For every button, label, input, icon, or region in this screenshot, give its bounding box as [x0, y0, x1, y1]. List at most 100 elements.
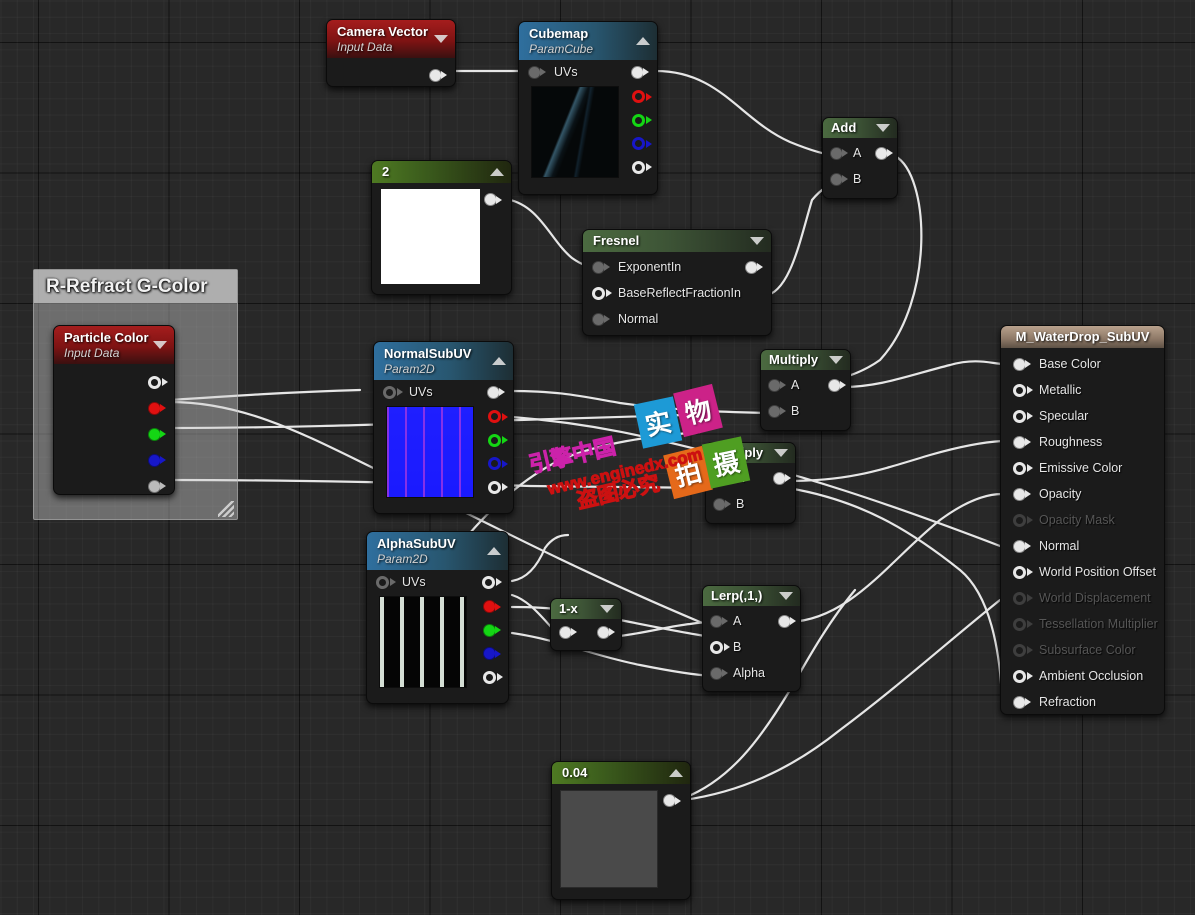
input-pin-normal[interactable] — [1013, 539, 1031, 553]
node-normal-subuv[interactable]: NormalSubUV Param2D UVs — [373, 341, 514, 514]
output-pin-g[interactable] — [632, 113, 652, 127]
input-pin-basereflectfractionin[interactable] — [592, 286, 612, 300]
chevron-down-icon[interactable] — [153, 341, 167, 349]
output-pin-value[interactable] — [663, 794, 681, 807]
output-pin-a[interactable] — [483, 670, 503, 684]
output-pin-a[interactable] — [148, 479, 166, 493]
node-fresnel[interactable]: Fresnel ExponentIn BaseReflectFractionIn… — [582, 229, 772, 336]
node-header[interactable]: Cubemap ParamCube — [519, 22, 657, 60]
input-pin-emissive-color[interactable] — [1013, 461, 1033, 475]
input-pin-a[interactable] — [830, 146, 848, 160]
node-lerp[interactable]: Lerp(,1,) A B Alpha — [702, 585, 801, 692]
input-pin-refraction[interactable] — [1013, 695, 1031, 709]
output-pin-b[interactable] — [483, 647, 501, 661]
input-pin-world-position-offset[interactable] — [1013, 565, 1033, 579]
output-pin-camera-vector[interactable] — [429, 68, 447, 82]
input-pin-ambient-occlusion[interactable] — [1013, 669, 1033, 683]
output-pin-rgb[interactable] — [148, 375, 168, 389]
chevron-down-icon[interactable] — [779, 592, 793, 600]
node-const-2[interactable]: 2 — [371, 160, 512, 295]
output-pin-r[interactable] — [488, 410, 508, 423]
input-pin-normal[interactable] — [592, 312, 610, 326]
input-pin-b[interactable] — [710, 640, 730, 654]
input-pin-opacity[interactable] — [1013, 487, 1031, 501]
output-pin-rgb[interactable] — [631, 65, 649, 79]
node-header[interactable]: 2 — [372, 161, 511, 183]
output-pin-r[interactable] — [148, 401, 166, 415]
chevron-up-icon[interactable] — [669, 769, 683, 777]
input-pin-uvs[interactable] — [383, 385, 403, 399]
node-header[interactable]: 0.04 — [552, 762, 690, 784]
input-pin-exponentin[interactable] — [592, 260, 610, 274]
output-pin-rgb[interactable] — [482, 575, 502, 589]
node-particle-color[interactable]: Particle Color Input Data — [53, 325, 175, 495]
node-header[interactable]: Multiply — [706, 443, 795, 463]
chevron-down-icon[interactable] — [600, 605, 614, 613]
comment-resize-handle[interactable] — [218, 501, 234, 517]
input-pin-specular[interactable] — [1013, 409, 1033, 423]
node-header[interactable]: 1-x — [551, 599, 621, 619]
node-const-004[interactable]: 0.04 — [551, 761, 691, 900]
node-header[interactable]: AlphaSubUV Param2D — [367, 532, 508, 570]
output-pin-g[interactable] — [488, 433, 508, 447]
input-pin-subsurface-color[interactable] — [1013, 643, 1033, 657]
input-pin-alpha[interactable] — [710, 666, 728, 680]
input-pin-b[interactable] — [713, 497, 731, 511]
node-header[interactable]: Particle Color Input Data — [54, 326, 174, 364]
chevron-down-icon[interactable] — [829, 356, 843, 364]
node-header[interactable]: M_WaterDrop_SubUV — [1001, 326, 1164, 348]
material-graph-canvas[interactable]: R-Refract G-Color Camera Vector Input Da… — [0, 0, 1195, 915]
input-pin-tessellation-multiplier[interactable] — [1013, 617, 1033, 631]
output-pin-b[interactable] — [148, 453, 166, 467]
output-pin-fresnel[interactable] — [745, 260, 763, 274]
output-pin-add[interactable] — [875, 146, 893, 160]
input-pin-x[interactable] — [559, 625, 577, 639]
input-pin-uvs[interactable] — [376, 575, 396, 589]
input-pin-a[interactable] — [768, 378, 786, 392]
chevron-down-icon[interactable] — [434, 35, 448, 43]
node-material-output[interactable]: M_WaterDrop_SubUV Base Color Metallic Sp… — [1000, 325, 1165, 715]
output-pin-multiply[interactable] — [828, 378, 846, 392]
node-one-minus-x[interactable]: 1-x — [550, 598, 622, 651]
node-header[interactable]: Camera Vector Input Data — [327, 20, 455, 58]
output-pin-value[interactable] — [484, 193, 502, 206]
chevron-up-icon[interactable] — [636, 37, 650, 45]
input-pin-b[interactable] — [768, 404, 786, 418]
input-pin-metallic[interactable] — [1013, 383, 1033, 397]
input-pin-b[interactable] — [830, 172, 848, 186]
chevron-up-icon[interactable] — [490, 168, 504, 176]
node-cubemap[interactable]: Cubemap ParamCube UVs — [518, 21, 658, 195]
node-header[interactable]: Lerp(,1,) — [703, 586, 800, 606]
output-pin-lerp[interactable] — [778, 614, 796, 628]
node-header[interactable]: NormalSubUV Param2D — [374, 342, 513, 380]
output-pin-a[interactable] — [632, 160, 652, 174]
node-multiply-top[interactable]: Multiply A B — [760, 349, 851, 431]
chevron-down-icon[interactable] — [774, 449, 788, 457]
output-pin-b[interactable] — [488, 457, 508, 471]
input-pin-roughness[interactable] — [1013, 435, 1031, 449]
chevron-up-icon[interactable] — [492, 357, 506, 365]
output-pin-a[interactable] — [488, 480, 508, 494]
input-pin-opacity-mask[interactable] — [1013, 513, 1033, 527]
node-header[interactable]: Add — [823, 118, 897, 138]
input-pin-a[interactable] — [710, 614, 728, 628]
output-pin-g[interactable] — [483, 623, 501, 637]
node-header[interactable]: Multiply — [761, 350, 850, 370]
input-pin-uvs[interactable] — [528, 65, 546, 79]
chevron-up-icon[interactable] — [487, 547, 501, 555]
output-pin-result[interactable] — [597, 625, 615, 639]
output-pin-r[interactable] — [483, 600, 501, 613]
node-add[interactable]: Add A B — [822, 117, 898, 199]
output-pin-b[interactable] — [632, 137, 652, 151]
output-pin-g[interactable] — [148, 427, 166, 441]
chevron-down-icon[interactable] — [876, 124, 890, 132]
node-camera-vector[interactable]: Camera Vector Input Data — [326, 19, 456, 87]
node-multiply-bottom[interactable]: Multiply A B — [705, 442, 796, 524]
output-pin-multiply[interactable] — [773, 471, 791, 485]
input-pin-world-displacement[interactable] — [1013, 591, 1033, 605]
input-pin-a[interactable] — [713, 471, 731, 485]
output-pin-rgb[interactable] — [487, 385, 505, 399]
chevron-down-icon[interactable] — [750, 237, 764, 245]
node-alpha-subuv[interactable]: AlphaSubUV Param2D UVs — [366, 531, 509, 704]
node-header[interactable]: Fresnel — [583, 230, 771, 252]
